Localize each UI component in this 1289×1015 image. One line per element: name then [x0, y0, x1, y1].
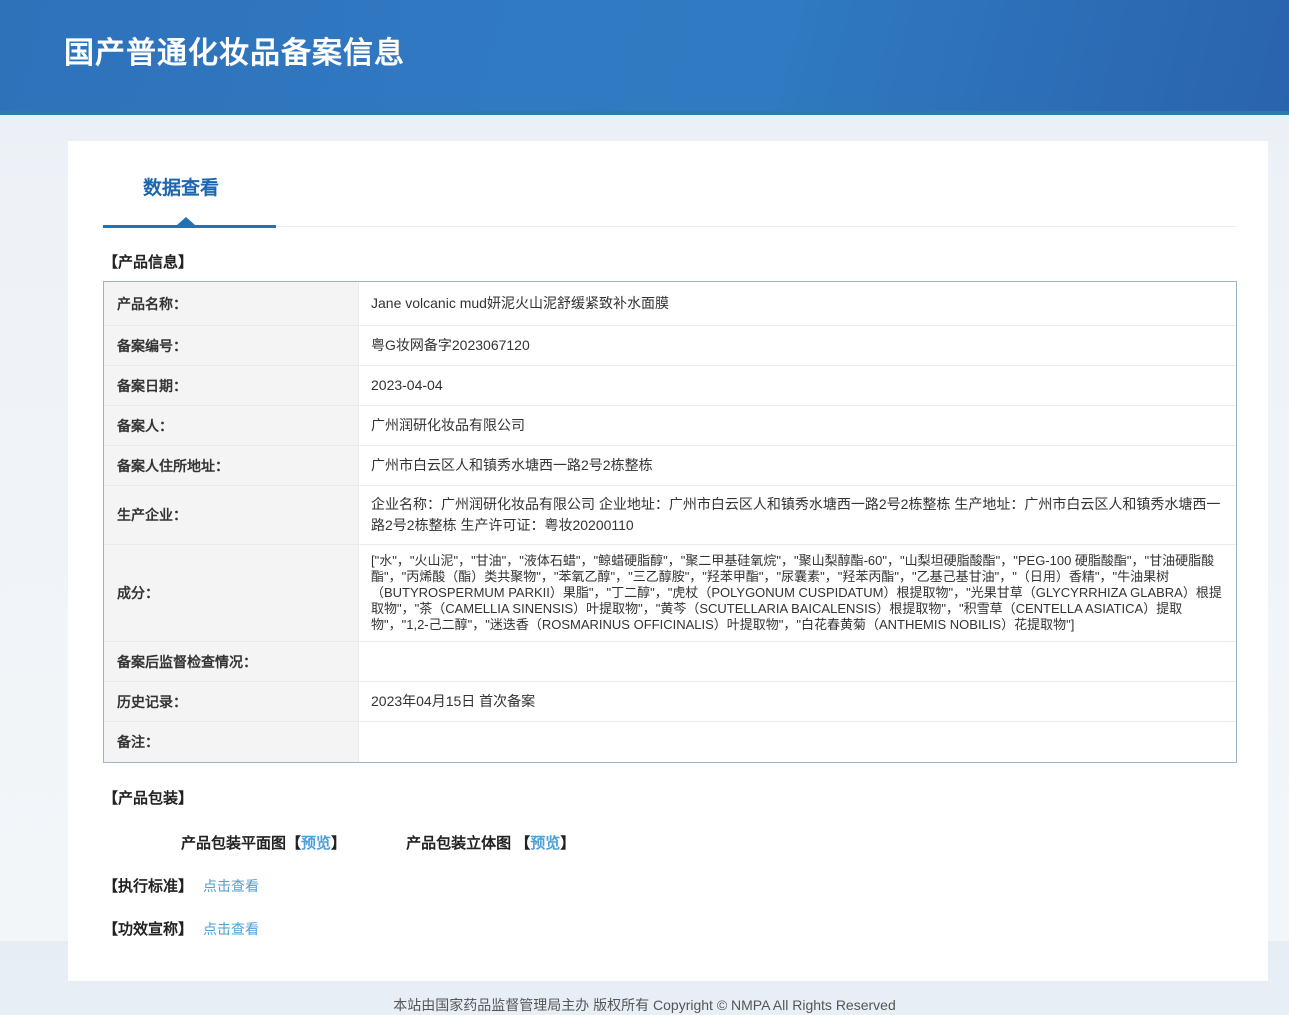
section-product-info-title: 【产品信息】 [103, 251, 1236, 272]
row-label: 历史记录： [104, 682, 359, 721]
table-row: 备案人： 广州润研化妆品有限公司 [104, 406, 1236, 446]
row-label: 备注： [104, 722, 359, 762]
row-label: 成分： [104, 545, 359, 641]
row-value [359, 722, 1236, 762]
packaging-stereo-label: 产品包装立体图 [406, 835, 515, 852]
page-footer: 本站由国家药品监督管理局主办 版权所有 Copyright © NMPA All… [0, 995, 1289, 1015]
packaging-stereo-preview-link[interactable]: 预览 [530, 835, 560, 852]
page: 国产普通化妆品备案信息 数据查看 【产品信息】 产品名称： Jane volca… [0, 0, 1289, 1015]
packaging-flat-bracket-close: 】 [331, 835, 346, 852]
row-label: 备案人： [104, 406, 359, 445]
section-packaging-title: 【产品包装】 [103, 787, 1236, 808]
tab-caret-icon [177, 217, 195, 225]
row-value: 粤G妆网备字2023067120 [359, 326, 1236, 365]
packaging-stereo-bracket-open: 【 [515, 835, 530, 852]
table-row: 备案人住所地址： 广州市白云区人和镇秀水塘西一路2号2栋整栋 [104, 446, 1236, 486]
packaging-stereo-bracket-close: 】 [560, 835, 575, 852]
tab-data-view[interactable]: 数据查看 [143, 178, 219, 199]
row-label: 产品名称： [104, 282, 359, 325]
tab-active-underline [103, 225, 276, 228]
row-value [359, 642, 1236, 681]
packaging-flat-preview-link[interactable]: 预览 [301, 835, 331, 852]
table-row: 成分： ["水"，"火山泥"，"甘油"，"液体石蜡"，"鲸蜡硬脂醇"，"聚二甲基… [104, 545, 1236, 642]
standard-section: 【执行标准】点击查看 [103, 875, 1236, 896]
row-value: 广州润研化妆品有限公司 [359, 406, 1236, 445]
table-row: 历史记录： 2023年04月15日 首次备案 [104, 682, 1236, 722]
row-value: 广州市白云区人和镇秀水塘西一路2号2栋整栋 [359, 446, 1236, 485]
row-value: 2023-04-04 [359, 366, 1236, 405]
table-row: 备注： [104, 722, 1236, 762]
efficacy-view-link[interactable]: 点击查看 [203, 921, 259, 937]
main-content: 数据查看 【产品信息】 产品名称： Jane volcanic mud妍泥火山泥… [0, 141, 1289, 981]
row-label: 备案日期： [104, 366, 359, 405]
table-row: 备案日期： 2023-04-04 [104, 366, 1236, 406]
packaging-previews: 产品包装平面图【预览】产品包装立体图 【预览】 [181, 832, 1236, 853]
section-efficacy-title: 【功效宣称】 [103, 921, 193, 938]
tab-bar: 数据查看 [103, 173, 1236, 227]
row-value: ["水"，"火山泥"，"甘油"，"液体石蜡"，"鲸蜡硬脂醇"，"聚二甲基硅氧烷"… [359, 545, 1236, 641]
copyright-text: 本站由国家药品监督管理局主办 版权所有 Copyright © NMPA All… [393, 997, 895, 1013]
row-value: Jane volcanic mud妍泥火山泥舒缓紧致补水面膜 [359, 282, 1236, 325]
table-row: 生产企业： 企业名称：广州润研化妆品有限公司 企业地址：广州市白云区人和镇秀水塘… [104, 486, 1236, 545]
row-label: 生产企业： [104, 486, 359, 544]
standard-view-link[interactable]: 点击查看 [203, 878, 259, 894]
table-row: 产品名称： Jane volcanic mud妍泥火山泥舒缓紧致补水面膜 [104, 282, 1236, 326]
content-card: 数据查看 【产品信息】 产品名称： Jane volcanic mud妍泥火山泥… [68, 141, 1268, 981]
table-row: 备案后监督检查情况： [104, 642, 1236, 682]
section-standard-title: 【执行标准】 [103, 878, 193, 895]
row-value: 2023年04月15日 首次备案 [359, 682, 1236, 721]
packaging-flat-label: 产品包装平面图 [181, 835, 286, 852]
row-label: 备案后监督检查情况： [104, 642, 359, 681]
efficacy-section: 【功效宣称】点击查看 [103, 918, 1236, 939]
packaging-flat-bracket-open: 【 [286, 835, 301, 852]
row-label: 备案人住所地址： [104, 446, 359, 485]
row-value: 企业名称：广州润研化妆品有限公司 企业地址：广州市白云区人和镇秀水塘西一路2号2… [359, 486, 1236, 544]
page-header: 国产普通化妆品备案信息 [0, 0, 1289, 115]
product-info-table: 产品名称： Jane volcanic mud妍泥火山泥舒缓紧致补水面膜 备案编… [103, 281, 1237, 763]
table-row: 备案编号： 粤G妆网备字2023067120 [104, 326, 1236, 366]
row-label: 备案编号： [104, 326, 359, 365]
page-title: 国产普通化妆品备案信息 [64, 28, 1289, 72]
